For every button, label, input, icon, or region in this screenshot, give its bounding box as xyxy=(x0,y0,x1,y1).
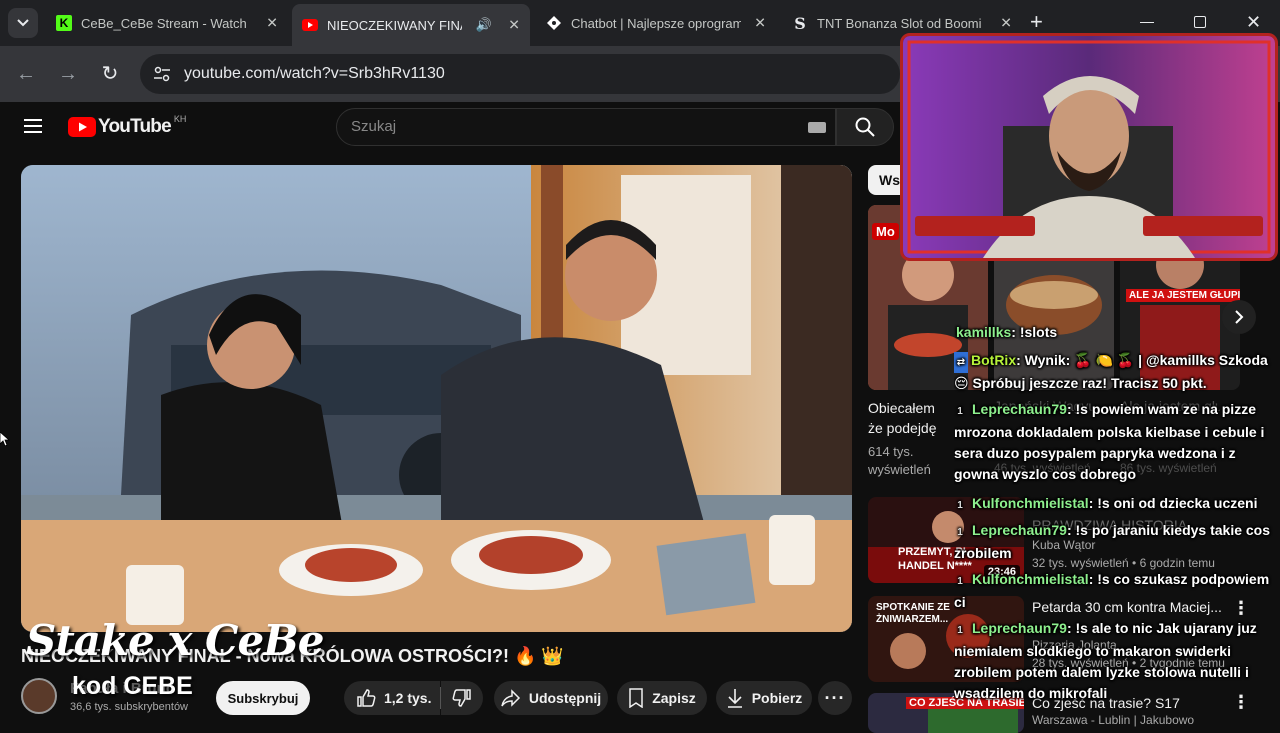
tab-kick-stream[interactable]: K CeBe_CeBe Stream - Watch Li ✕ xyxy=(46,6,288,40)
share-button[interactable]: Udostępnij xyxy=(494,681,608,715)
close-window-button[interactable]: ✕ xyxy=(1246,12,1261,33)
close-tab-icon[interactable]: ✕ xyxy=(754,15,766,32)
reload-button[interactable]: ↻ xyxy=(98,62,122,86)
short-overlay-text: ALE JA JESTEM GŁUPI xyxy=(1126,289,1240,302)
short-views: 614 tys. wyświetleń xyxy=(868,444,931,477)
url-text: youtube.com/watch?v=Srb3hRv1130 xyxy=(184,65,445,82)
chat-message: 1 Kulfonchmielistal: !s co szukasz podpow… xyxy=(954,569,1280,613)
close-tab-icon[interactable]: ✕ xyxy=(1000,15,1012,32)
live-badge: Mo xyxy=(872,223,899,240)
youtube-logo-icon xyxy=(68,117,96,137)
video-player[interactable] xyxy=(21,165,852,632)
s-icon: S xyxy=(794,13,806,33)
tab-chatbot[interactable]: Chatbot | Najlepsze oprogram ✕ xyxy=(536,6,776,40)
video-frame xyxy=(21,165,852,632)
keyboard-icon[interactable] xyxy=(808,122,826,133)
brand-overlay: Stake x CeBe xyxy=(26,616,324,665)
more-actions-button[interactable]: ··· xyxy=(818,681,852,715)
webcam-overlay xyxy=(900,33,1278,261)
youtube-logo[interactable]: YouTube KH xyxy=(68,114,186,138)
chat-message: ⇄ BotRix: Wynik: 🍒 🍋 🍒 | @kamillks Szkoda… xyxy=(954,350,1280,394)
chat-username: kamillks xyxy=(956,324,1012,340)
subscriber-badge: 1 xyxy=(957,625,963,636)
search-icon xyxy=(855,117,875,137)
chat-text: : !slots xyxy=(1011,324,1058,340)
youtube-icon xyxy=(302,17,318,33)
address-bar[interactable]: youtube.com/watch?v=Srb3hRv1130 xyxy=(140,54,900,94)
bookmark-icon xyxy=(629,688,643,708)
mouse-cursor-icon xyxy=(0,431,11,451)
thumbs-up-icon xyxy=(357,689,376,707)
subscriber-count: 36,6 tys. subskrybentów xyxy=(70,701,189,713)
subscriber-badge: 1 xyxy=(957,527,963,538)
close-tab-icon[interactable]: ✕ xyxy=(508,17,520,34)
save-button[interactable]: Zapisz xyxy=(617,681,707,715)
minimize-button[interactable] xyxy=(1140,22,1154,23)
channel-avatar[interactable] xyxy=(21,678,57,714)
like-button[interactable]: 1,2 tys. xyxy=(344,681,440,715)
speaker-icon[interactable]: 🔊 xyxy=(476,17,492,33)
dislike-button[interactable] xyxy=(441,681,483,715)
subscriber-badge: 1 xyxy=(957,576,963,587)
search-button[interactable] xyxy=(836,108,894,146)
chevron-down-icon xyxy=(17,19,29,27)
chatbot-icon xyxy=(546,15,562,31)
subscribe-button[interactable]: Subskrybuj xyxy=(216,681,310,715)
forward-button[interactable]: → xyxy=(56,62,80,86)
chat-username: Leprechaun79 xyxy=(972,522,1067,538)
stream-chat-overlay: kamillks: !slots ⇄ BotRix: Wynik: 🍒 🍋 🍒 |… xyxy=(950,320,1280,720)
subscriber-badge: 1 xyxy=(957,406,963,417)
subscriber-badge: 1 xyxy=(957,500,963,511)
chat-message: 1 Leprechaun79: !s po jaraniu kiedys taki… xyxy=(954,520,1280,564)
chat-username: Leprechaun79 xyxy=(972,401,1067,417)
tab-search-button[interactable] xyxy=(8,8,38,38)
new-tab-button[interactable]: + xyxy=(1030,10,1043,34)
chat-username: BotRix xyxy=(971,352,1017,368)
restore-button[interactable] xyxy=(1194,16,1206,28)
download-button[interactable]: Pobierz xyxy=(716,681,812,715)
short-title[interactable]: Obiecałem że podejdę xyxy=(868,398,948,440)
chat-message: 1 Kulfonchmielistal: !s oni od dziecka uc… xyxy=(954,493,1280,515)
kick-icon: K xyxy=(56,15,72,31)
bot-badge-icon: ⇄ xyxy=(954,352,968,373)
thumbs-down-icon xyxy=(452,689,471,707)
chat-message: kamillks: !slots xyxy=(956,322,1280,343)
chat-message: 1 Leprechaun79: !s ale to nic Jak ujarany… xyxy=(954,618,1280,704)
chat-message: 1 Leprechaun79: !s powiem wam ze na pizze… xyxy=(954,399,1280,485)
tab-youtube-video[interactable]: NIEOCZEKIWANY FINAŁ... 🔊 ✕ xyxy=(292,4,530,46)
chat-text: : !s oni od dziecka uczeni xyxy=(1088,495,1258,511)
channel-name[interactable]: Fabuła i Bruno xyxy=(70,680,175,697)
search-input[interactable]: Szukaj xyxy=(336,108,836,146)
close-tab-icon[interactable]: ✕ xyxy=(266,15,278,32)
share-icon xyxy=(501,689,520,707)
chat-username: Kulfonchmielistal xyxy=(972,495,1089,511)
download-icon xyxy=(727,689,742,708)
chat-username: Kulfonchmielistal xyxy=(972,571,1089,587)
site-info-icon[interactable] xyxy=(152,64,172,89)
chat-username: Leprechaun79 xyxy=(972,620,1067,636)
back-button[interactable]: ← xyxy=(14,62,38,86)
menu-icon[interactable] xyxy=(24,118,44,139)
